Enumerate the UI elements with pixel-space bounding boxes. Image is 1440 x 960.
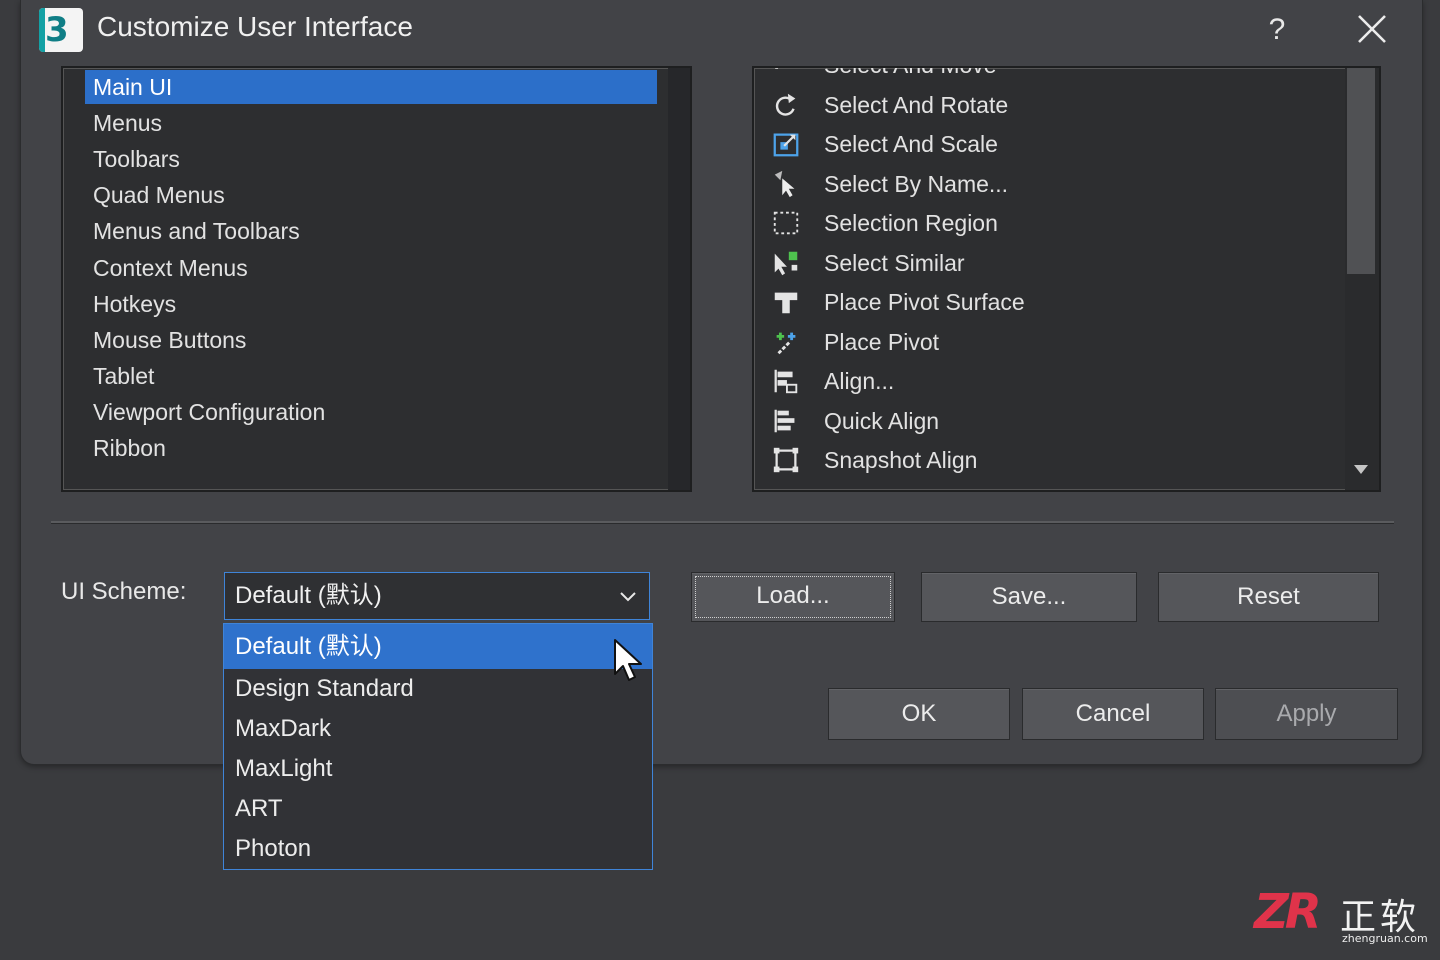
ok-button[interactable]: OK [828,688,1010,740]
command-item[interactable]: Snapshot Align [766,441,1326,479]
ui-scheme-select[interactable]: Default (默认) [224,572,650,620]
place-pivot-surface-icon [774,292,798,314]
command-label: Align... [824,368,895,394]
align-icon [774,369,798,394]
command-label: Select Similar [824,249,965,276]
command-list[interactable]: Select And Move Select And Rotate Select A… [752,66,1381,492]
watermark: ZR 正软 zhengruan.com [1252,884,1428,948]
logo-text: 3 [45,10,69,50]
category-scrollbar[interactable] [668,68,690,490]
command-label: Place Pivot Surface [824,289,1025,315]
category-item[interactable]: Main UI [85,70,657,104]
command-label: Place Pivot [824,328,940,355]
category-item[interactable]: Viewport Configuration [93,395,325,429]
category-item[interactable]: Hotkeys [93,287,176,321]
ui-scheme-option[interactable]: MaxLight [224,749,652,789]
watermark-url: zhengruan.com [1342,932,1428,945]
category-item[interactable]: Quad Menus [93,178,225,212]
reset-button[interactable]: Reset [1158,572,1379,622]
divider [51,521,1394,524]
move-icon [775,68,779,69]
load-button[interactable]: Load... [691,572,895,622]
category-item[interactable]: Mouse Buttons [93,323,246,357]
ui-scheme-option[interactable]: Photon [224,829,652,869]
select-similar-icon [774,251,798,275]
select-by-name-icon [774,170,795,197]
command-item[interactable]: Place Pivot Surface [766,283,1326,321]
ui-scheme-option[interactable]: Design Standard [224,669,652,709]
place-pivot-icon [776,332,796,354]
save-button[interactable]: Save... [921,572,1137,622]
ui-scheme-dropdown-list[interactable]: Default (默认) Design Standard MaxDark MaxLig… [223,623,653,870]
command-label: Select By Name... [824,170,1009,197]
command-label: Quick Align [824,407,940,434]
apply-button[interactable]: Apply [1215,688,1398,740]
rotate-icon [775,93,796,116]
category-item[interactable]: Tablet [93,359,154,393]
cancel-button[interactable]: Cancel [1022,688,1204,740]
category-item[interactable]: Menus and Toolbars [93,214,300,248]
command-item[interactable]: Select And Rotate [766,86,1326,124]
command-list-items: Select And Move Select And Rotate Select A… [754,68,1345,490]
watermark-logo: ZR [1254,884,1322,940]
close-button[interactable] [1351,10,1393,50]
command-label: Selection Region [824,210,998,236]
command-item[interactable]: Quick Align [766,402,1326,440]
category-list[interactable]: Main UI Menus Toolbars Quad Menus Menus and … [61,66,692,492]
3dsmax-logo-icon: 3 [39,8,83,52]
window-title: Customize User Interface [97,11,413,42]
ui-scheme-value: Default (默认) [235,582,382,609]
ui-scheme-option[interactable]: MaxDark [224,709,652,749]
ui-scheme-option[interactable]: Default (默认) [224,624,652,669]
command-item[interactable]: Selection Region [766,204,1326,242]
command-item[interactable]: Select Similar [766,244,1326,282]
command-item[interactable]: Align... [766,362,1326,400]
category-item[interactable]: Toolbars [93,142,180,176]
scrollbar-thumb[interactable] [1347,68,1375,274]
scroll-down-arrow-icon[interactable] [1354,465,1368,474]
command-label: Select And Rotate [824,91,1009,118]
command-item[interactable]: Select And Move [766,68,1326,84]
command-label: Select And Move [824,68,997,84]
command-item[interactable]: Select And Scale [766,125,1326,163]
mouse-pointer-icon [614,639,642,681]
command-item[interactable]: Place Pivot [766,323,1326,361]
quick-align-icon [774,409,795,432]
help-button[interactable]: ? [1257,10,1297,50]
scale-icon [773,133,799,157]
command-scrollbar[interactable] [1345,68,1379,490]
selection-region-icon [773,211,799,235]
command-item[interactable]: Select By Name... [766,165,1326,203]
category-item[interactable]: Context Menus [93,251,248,285]
ui-scheme-option[interactable]: ART [224,789,652,829]
category-list-items: Main UI Menus Toolbars Quad Menus Menus and … [63,68,668,490]
chevron-down-icon [620,592,636,602]
title-bar: 3 Customize User Interface ? [21,0,1422,66]
command-label: Select And Scale [824,131,998,157]
ui-scheme-label: UI Scheme: [61,578,187,605]
close-icon [1358,15,1386,43]
snapshot-align-icon [773,447,799,473]
category-item[interactable]: Ribbon [93,431,166,465]
command-label: Snapshot Align [824,447,978,473]
category-item[interactable]: Menus [93,106,162,140]
